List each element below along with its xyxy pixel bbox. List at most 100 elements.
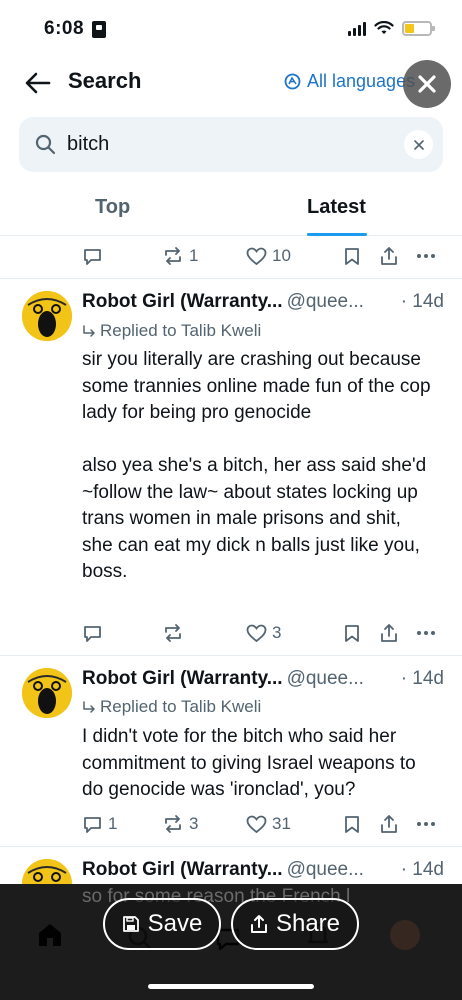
floppy-disk-icon bbox=[122, 916, 139, 932]
save-label: Save bbox=[147, 910, 203, 937]
profile-avatar[interactable] bbox=[390, 920, 420, 950]
status-icons bbox=[348, 20, 435, 36]
post-timestamp: · 14d bbox=[400, 859, 444, 880]
avatar[interactable] bbox=[22, 668, 72, 718]
clear-search-button[interactable] bbox=[404, 130, 433, 159]
post-actions: 1 10 bbox=[82, 242, 442, 270]
post-timestamp: · 14d bbox=[400, 668, 444, 689]
reply-button[interactable]: 1 bbox=[82, 814, 117, 835]
display-name[interactable]: Robot Girl (Warranty... bbox=[82, 291, 283, 312]
more-options-button[interactable] bbox=[416, 821, 436, 827]
repost-button[interactable]: 1 bbox=[162, 246, 198, 266]
display-name[interactable]: Robot Girl (Warranty... bbox=[82, 859, 283, 880]
like-button[interactable]: 3 bbox=[246, 623, 281, 643]
share-post-button[interactable] bbox=[380, 623, 398, 643]
repost-button[interactable]: 3 bbox=[162, 814, 198, 834]
handle[interactable]: @quee... bbox=[287, 859, 364, 880]
orientation-lock-icon bbox=[92, 21, 106, 38]
handle[interactable]: @quee... bbox=[287, 291, 364, 312]
replied-to-label: Replied to Talib Kweli bbox=[100, 321, 262, 340]
post-actions: 1 3 31 bbox=[82, 810, 442, 838]
like-button[interactable]: 31 bbox=[246, 814, 291, 834]
wifi-icon bbox=[374, 20, 394, 34]
post-text: I didn't vote for the bitch who said her… bbox=[82, 726, 421, 800]
bookmark-button[interactable] bbox=[344, 624, 360, 643]
back-button[interactable] bbox=[22, 67, 54, 99]
bookmark-icon bbox=[345, 815, 359, 833]
signal-icon bbox=[348, 20, 366, 36]
post-actions: 3 bbox=[82, 619, 442, 647]
handle[interactable]: @quee... bbox=[287, 668, 364, 689]
avatar[interactable] bbox=[22, 859, 72, 887]
close-icon bbox=[418, 75, 436, 93]
bookmark-icon bbox=[345, 624, 359, 642]
reply-icon bbox=[84, 625, 101, 642]
home-indicator[interactable] bbox=[148, 984, 314, 989]
more-options-button[interactable] bbox=[416, 253, 436, 259]
post-header: Robot Girl (Warranty... @quee... bbox=[82, 668, 364, 690]
search-input[interactable] bbox=[67, 128, 397, 160]
repost-button[interactable] bbox=[162, 623, 189, 643]
battery-icon bbox=[402, 20, 435, 36]
post-header: Robot Girl (Warranty... @quee... bbox=[82, 859, 364, 881]
heart-icon bbox=[246, 624, 267, 642]
tab-latest[interactable]: Latest bbox=[307, 196, 366, 219]
avatar[interactable] bbox=[22, 291, 72, 341]
status-bar: 6:08 bbox=[0, 0, 462, 60]
repost-count: 3 bbox=[189, 814, 199, 833]
reply-arrow-icon bbox=[83, 324, 95, 337]
reply-icon bbox=[84, 248, 101, 265]
post-text: sir you literally are crashing out becau… bbox=[82, 349, 431, 582]
reply-button[interactable] bbox=[82, 623, 108, 644]
replied-to[interactable]: Replied to Talib Kweli bbox=[82, 697, 261, 717]
save-button[interactable]: Save bbox=[103, 898, 221, 950]
post[interactable]: Robot Girl (Warranty... @quee... · 14d bbox=[0, 847, 462, 887]
heart-icon bbox=[246, 815, 267, 833]
post[interactable]: Robot Girl (Warranty... @quee... · 14d Re… bbox=[0, 279, 462, 655]
language-icon bbox=[284, 73, 301, 90]
share-icon bbox=[250, 915, 267, 933]
more-icon bbox=[417, 822, 435, 826]
more-icon bbox=[417, 631, 435, 635]
more-options-button[interactable] bbox=[416, 630, 436, 636]
bookmark-button[interactable] bbox=[344, 247, 360, 266]
tab-top[interactable]: Top bbox=[95, 196, 130, 219]
reply-button[interactable] bbox=[82, 246, 108, 267]
more-icon bbox=[417, 254, 435, 258]
reply-icon bbox=[84, 816, 101, 833]
repost-icon bbox=[165, 247, 181, 265]
repost-icon bbox=[165, 624, 181, 642]
display-name[interactable]: Robot Girl (Warranty... bbox=[82, 668, 283, 689]
close-icon bbox=[413, 139, 424, 150]
replied-to[interactable]: Replied to Talib Kweli bbox=[82, 321, 261, 341]
home-icon[interactable] bbox=[36, 921, 64, 949]
replied-to-label: Replied to Talib Kweli bbox=[100, 697, 262, 716]
share-button[interactable]: Share bbox=[231, 898, 359, 950]
bookmark-button[interactable] bbox=[344, 815, 360, 834]
language-filter-button[interactable]: All languages bbox=[284, 71, 415, 92]
bookmark-icon bbox=[345, 247, 359, 265]
bottom-nav: so for some reason the French l bbox=[0, 884, 462, 1000]
like-button[interactable]: 10 bbox=[246, 246, 291, 266]
like-count: 10 bbox=[272, 246, 291, 265]
search-header: Search All languages bbox=[0, 55, 462, 111]
like-count: 31 bbox=[272, 814, 291, 833]
repost-count: 1 bbox=[189, 246, 199, 265]
heart-icon bbox=[246, 247, 267, 265]
like-count: 3 bbox=[272, 623, 282, 642]
language-filter-label: All languages bbox=[307, 71, 416, 91]
post[interactable]: Robot Girl (Warranty... @quee... · 14d Re… bbox=[0, 656, 462, 846]
share-post-button[interactable] bbox=[380, 246, 398, 266]
search-icon bbox=[35, 134, 56, 155]
close-overlay-button[interactable] bbox=[403, 60, 451, 108]
share-label: Share bbox=[275, 910, 341, 937]
reply-arrow-icon bbox=[83, 700, 95, 713]
status-time: 6:08 bbox=[44, 18, 85, 39]
post-header: Robot Girl (Warranty... @quee... bbox=[82, 291, 364, 313]
reply-count: 1 bbox=[108, 814, 118, 833]
share-post-button[interactable] bbox=[380, 814, 398, 834]
share-icon bbox=[381, 247, 397, 265]
share-icon bbox=[381, 624, 397, 642]
page-title: Search bbox=[68, 68, 142, 93]
repost-icon bbox=[165, 815, 181, 833]
